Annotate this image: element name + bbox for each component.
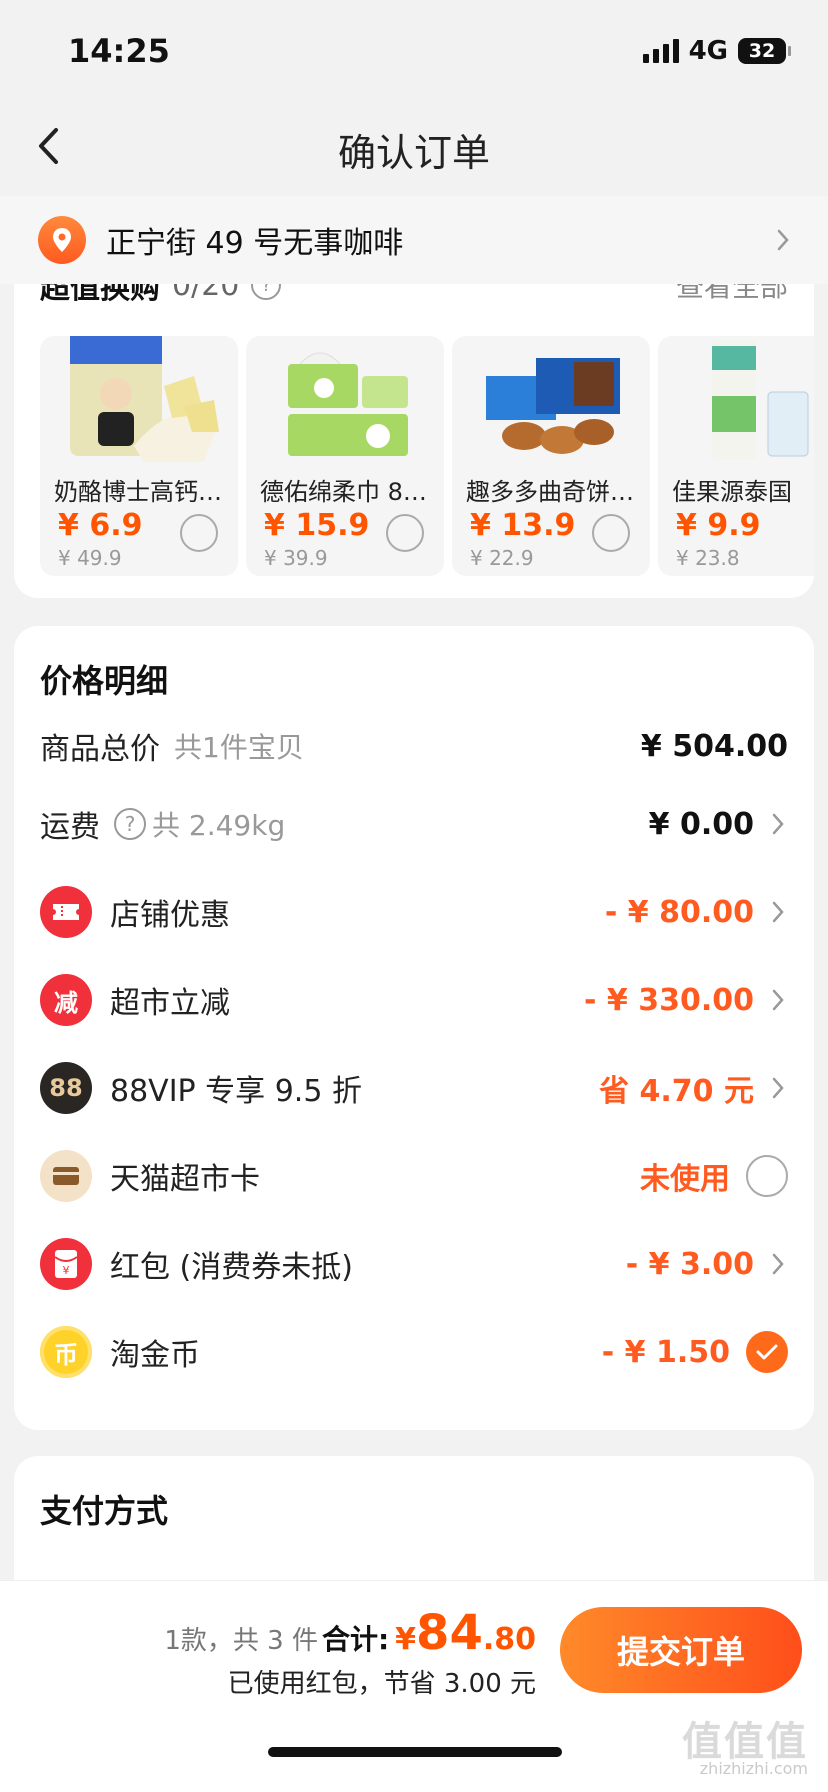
deal-item[interactable]: 德佑绵柔巾 8… ¥ 15.9 ¥ 39.9 bbox=[246, 336, 444, 576]
submit-order-button[interactable]: 提交订单 bbox=[560, 1607, 802, 1693]
deal-list: 奶酪博士高钙… ¥ 6.9 ¥ 49.9 德佑绵柔巾 8… ¥ 15.9 ¥ 3… bbox=[40, 336, 814, 576]
page-title: 确认订单 bbox=[337, 131, 490, 175]
status-bar: 14:25 4G 32 bbox=[0, 0, 828, 100]
section-title: 支付方式 bbox=[40, 1492, 169, 1530]
status-time: 14:25 bbox=[68, 32, 170, 70]
ticket-icon bbox=[40, 886, 92, 938]
row-value: - ¥ 330.00 bbox=[584, 982, 754, 1018]
battery-icon: 32 bbox=[738, 38, 791, 64]
product-image bbox=[712, 340, 809, 460]
item-count: 1款，共 3 件 bbox=[164, 1626, 318, 1656]
watermark-url: zhizhizhi.com bbox=[699, 1759, 808, 1778]
deal-select-radio[interactable] bbox=[180, 514, 218, 552]
row-label: 天猫超市卡 bbox=[110, 1162, 260, 1197]
product-image bbox=[70, 336, 219, 462]
product-image bbox=[486, 358, 620, 454]
network-label: 4G bbox=[688, 36, 728, 66]
row-value: 未使用 bbox=[640, 1162, 730, 1197]
deal-original-price: ¥ 49.9 bbox=[58, 546, 122, 570]
address-bar[interactable]: 正宁街 49 号无事咖啡 bbox=[0, 196, 828, 284]
deal-item[interactable]: 奶酪博士高钙… ¥ 6.9 ¥ 49.9 bbox=[40, 336, 238, 576]
row-shipping[interactable]: 运费 ? 共 2.49kg ¥ 0.00 bbox=[14, 784, 814, 864]
bottom-bar: 1款，共 3 件 合计: ¥ 84 .80 已使用红包，节省 3.00 元 提交… bbox=[0, 1580, 828, 1792]
row-88vip[interactable]: 88 88VIP 专享 9.5 折 省 4.70 元 bbox=[14, 1048, 814, 1128]
deal-title: 超值换购 bbox=[40, 280, 160, 306]
row-store-discount[interactable]: 店铺优惠 - ¥ 80.00 bbox=[14, 872, 814, 952]
currency-symbol: ¥ bbox=[395, 1622, 417, 1657]
row-value: ¥ 504.00 bbox=[640, 728, 788, 764]
chevron-right-icon bbox=[764, 1250, 792, 1278]
deal-item[interactable]: 佳果源泰国 ¥ 9.9 ¥ 23.8 bbox=[658, 336, 814, 576]
row-label: 淘金币 bbox=[110, 1338, 200, 1373]
home-indicator[interactable] bbox=[268, 1747, 562, 1757]
row-goods-total: 商品总价 共1件宝贝 ¥ 504.00 bbox=[14, 706, 814, 786]
deal-section: 超值换购 0/20 ? 查看全部 奶酪博士高钙… ¥ 6.9 ¥ 49.9 德佑… bbox=[14, 280, 814, 598]
row-label: 超市立减 bbox=[110, 986, 230, 1021]
deal-price: ¥ 9.9 bbox=[676, 508, 761, 543]
nav-bar: 确认订单 bbox=[0, 100, 828, 192]
deal-header: 超值换购 0/20 ? 查看全部 bbox=[40, 280, 788, 310]
row-label: 红包 (消费券未抵) bbox=[110, 1250, 353, 1285]
row-value: - ¥ 3.00 bbox=[625, 1246, 754, 1282]
section-title: 价格明细 bbox=[40, 662, 169, 700]
total-line: 1款，共 3 件 合计: ¥ 84 .80 bbox=[164, 1605, 536, 1661]
chevron-right-icon bbox=[764, 898, 792, 926]
row-tmall-card[interactable]: 天猫超市卡 未使用 bbox=[14, 1136, 814, 1216]
row-sub: 共1件宝贝 bbox=[174, 731, 304, 764]
saved-text: 已使用红包，节省 3.00 元 bbox=[227, 1669, 536, 1699]
deal-price: ¥ 6.9 bbox=[58, 508, 143, 543]
deal-name: 趣多多曲奇饼… bbox=[466, 478, 634, 506]
deal-price: ¥ 15.9 bbox=[264, 508, 370, 543]
chevron-right-icon bbox=[764, 986, 792, 1014]
vip88-icon: 88 bbox=[40, 1062, 92, 1114]
row-sub: 共 2.49kg bbox=[152, 809, 286, 842]
coin-select-checkbox[interactable] bbox=[746, 1331, 788, 1373]
row-market-reduction[interactable]: 减 超市立减 - ¥ 330.00 bbox=[14, 960, 814, 1040]
help-icon[interactable]: ? bbox=[114, 808, 146, 840]
card-select-radio[interactable] bbox=[746, 1155, 788, 1197]
address-text: 正宁街 49 号无事咖啡 bbox=[106, 226, 404, 261]
total-integer: 84 bbox=[416, 1605, 483, 1661]
chevron-right-icon bbox=[764, 810, 792, 838]
price-detail-section: 价格明细 商品总价 共1件宝贝 ¥ 504.00 运费 ? 共 2.49kg ¥… bbox=[14, 626, 814, 1430]
deal-original-price: ¥ 22.9 bbox=[470, 546, 534, 570]
row-value: - ¥ 1.50 bbox=[601, 1334, 730, 1370]
status-indicators: 4G 32 bbox=[642, 36, 791, 66]
signal-icon bbox=[642, 39, 679, 63]
deal-select-radio[interactable] bbox=[386, 514, 424, 552]
card-icon bbox=[40, 1150, 92, 1202]
deal-name: 奶酪博士高钙… bbox=[54, 478, 222, 506]
location-icon bbox=[38, 216, 86, 264]
red-packet-icon: ¥ bbox=[40, 1238, 92, 1290]
deal-price: ¥ 13.9 bbox=[470, 508, 576, 543]
product-image bbox=[288, 352, 408, 456]
deal-select-radio[interactable] bbox=[592, 514, 630, 552]
deal-item[interactable]: 趣多多曲奇饼… ¥ 13.9 ¥ 22.9 bbox=[452, 336, 650, 576]
row-value: ¥ 0.00 bbox=[648, 806, 754, 842]
row-label: 运费 bbox=[40, 810, 100, 845]
deal-original-price: ¥ 23.8 bbox=[676, 546, 740, 570]
total-label: 合计: bbox=[321, 1623, 390, 1656]
deal-name: 德佑绵柔巾 8… bbox=[260, 478, 427, 506]
row-taojinbi[interactable]: 币 淘金币 - ¥ 1.50 bbox=[14, 1312, 814, 1392]
chevron-right-icon bbox=[777, 229, 789, 251]
deal-name: 佳果源泰国 bbox=[672, 478, 792, 506]
row-value: - ¥ 80.00 bbox=[604, 894, 754, 930]
deal-original-price: ¥ 39.9 bbox=[264, 546, 328, 570]
row-value: 省 4.70 元 bbox=[599, 1074, 754, 1109]
row-label: 88VIP 专享 9.5 折 bbox=[110, 1074, 362, 1109]
row-label: 商品总价 bbox=[40, 732, 160, 767]
total-decimal: .80 bbox=[482, 1622, 536, 1657]
coin-icon: 币 bbox=[40, 1326, 92, 1378]
row-label: 店铺优惠 bbox=[110, 898, 230, 933]
jian-icon: 减 bbox=[40, 974, 92, 1026]
svg-text:¥: ¥ bbox=[63, 1264, 70, 1277]
chevron-right-icon bbox=[764, 1074, 792, 1102]
row-red-packet[interactable]: ¥ 红包 (消费券未抵) - ¥ 3.00 bbox=[14, 1224, 814, 1304]
